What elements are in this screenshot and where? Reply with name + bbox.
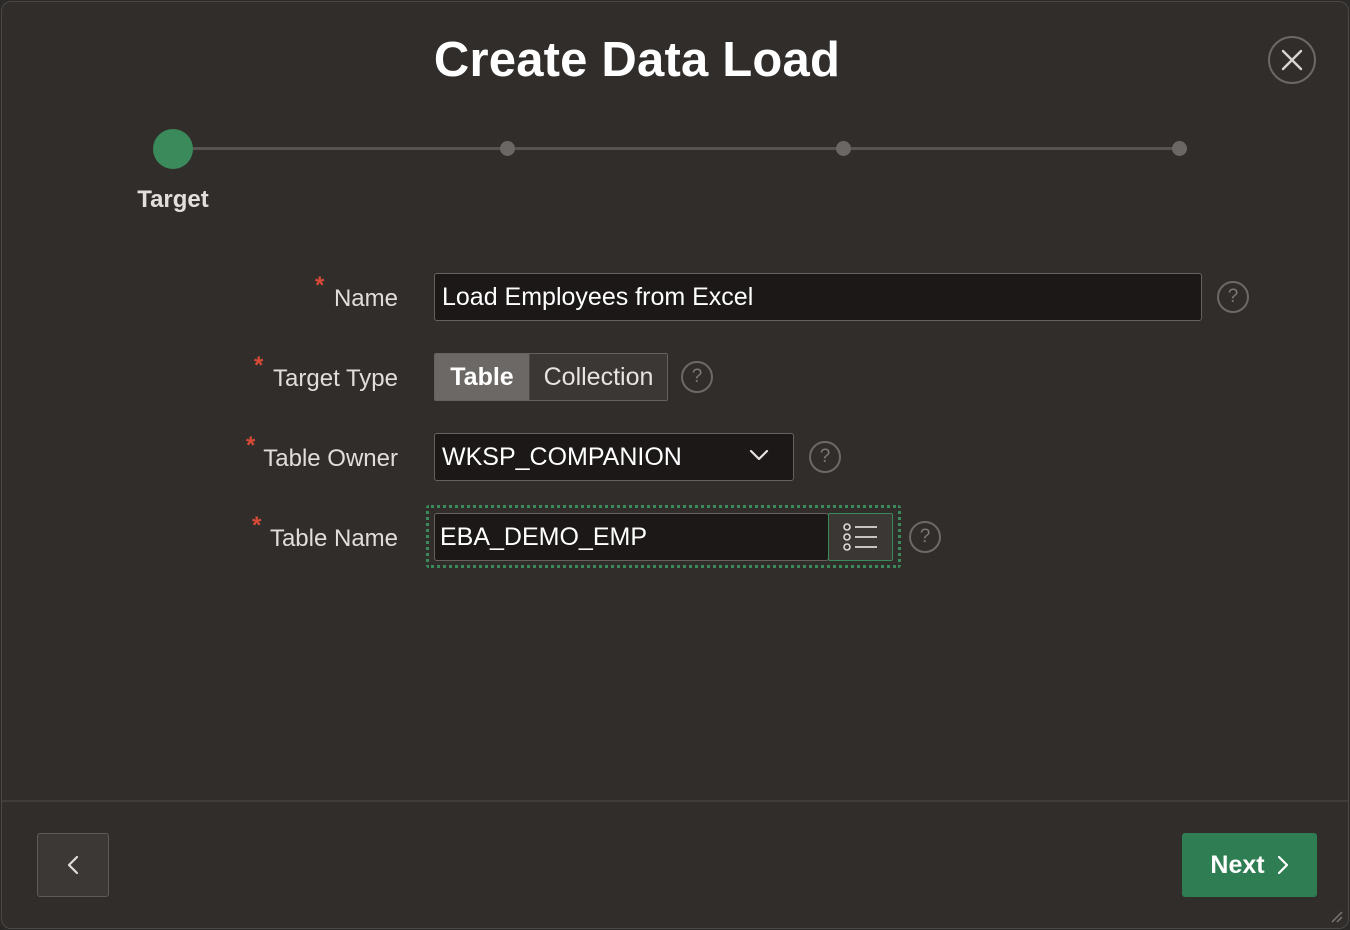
wizard-progress-track xyxy=(174,147,1182,150)
wizard-step-2 xyxy=(500,141,515,156)
table-name-lov-button[interactable] xyxy=(828,513,893,561)
table-owner-help-icon[interactable]: ? xyxy=(809,441,841,473)
table-owner-select[interactable]: WKSP_COMPANION xyxy=(434,433,794,481)
chevron-right-icon xyxy=(1277,855,1288,875)
wizard-step-1-current xyxy=(153,129,193,169)
dialog-title: Create Data Load xyxy=(433,33,841,87)
close-button[interactable] xyxy=(1268,36,1316,84)
wizard-step-label: Target xyxy=(137,186,209,213)
target-type-collection-option[interactable]: Collection xyxy=(530,354,667,400)
target-type-help-icon[interactable]: ? xyxy=(681,361,713,393)
list-icon xyxy=(842,523,877,551)
name-help-icon[interactable]: ? xyxy=(1217,281,1249,313)
table-owner-value: WKSP_COMPANION xyxy=(442,442,682,471)
resize-grip-icon[interactable] xyxy=(1328,908,1344,924)
chevron-down-icon xyxy=(749,449,769,461)
next-button-label: Next xyxy=(1210,850,1265,879)
name-input[interactable]: Load Employees from Excel xyxy=(434,273,1202,321)
next-button[interactable]: Next xyxy=(1182,833,1317,897)
wizard-step-4 xyxy=(1172,141,1187,156)
table-owner-label: Table Owner xyxy=(263,445,398,472)
table-name-input[interactable]: EBA_DEMO_EMP xyxy=(434,513,829,561)
chevron-left-icon xyxy=(67,855,79,875)
target-type-label: Target Type xyxy=(273,365,398,392)
footer-divider xyxy=(2,800,1348,802)
required-marker: * xyxy=(246,432,256,459)
target-type-toggle: Table Collection xyxy=(434,353,668,401)
required-marker: * xyxy=(315,272,325,299)
target-type-table-option[interactable]: Table xyxy=(435,354,530,400)
name-label: Name xyxy=(333,285,398,312)
wizard-step-3 xyxy=(836,141,851,156)
table-name-help-icon[interactable]: ? xyxy=(909,521,941,553)
create-data-load-dialog: Create Data Load Target * Name Load Empl… xyxy=(1,1,1349,929)
required-marker: * xyxy=(252,512,262,539)
close-icon xyxy=(1281,49,1303,71)
required-marker: * xyxy=(254,352,264,379)
back-button[interactable] xyxy=(37,833,109,897)
table-name-label: Table Name xyxy=(269,525,398,552)
